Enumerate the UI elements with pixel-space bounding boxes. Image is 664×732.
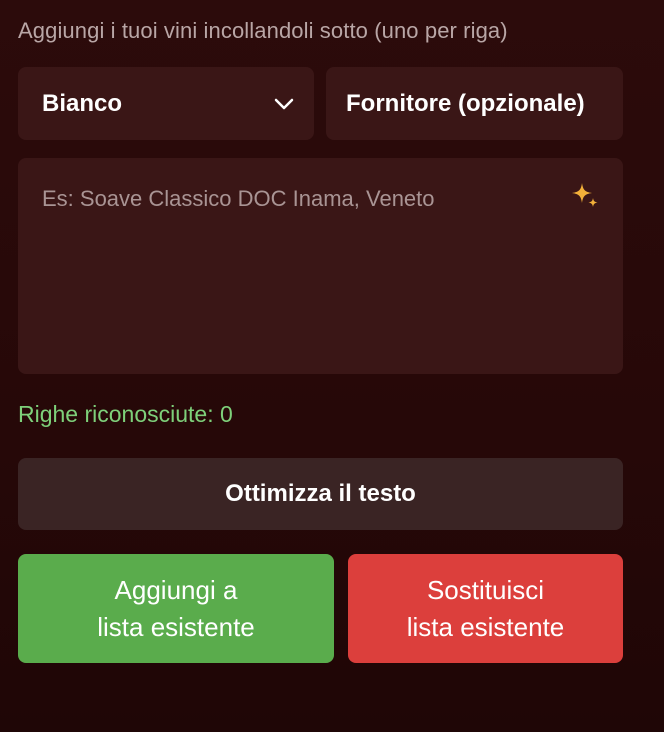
replace-button-line2: lista esistente bbox=[406, 611, 565, 642]
wines-textarea-placeholder: Es: Soave Classico DOC Inama, Veneto bbox=[42, 186, 435, 211]
wine-type-value: Bianco bbox=[42, 89, 123, 117]
replace-existing-list-button[interactable]: Sostituisci lista esistente bbox=[348, 554, 623, 663]
add-button-line1: Aggiungi a bbox=[114, 574, 238, 605]
add-button-label: Aggiungi a lista esistente bbox=[97, 572, 255, 646]
filters-row: Bianco Fornitore (opzionale) bbox=[18, 67, 623, 140]
optimize-text-label: Ottimizza il testo bbox=[225, 480, 416, 507]
add-to-existing-list-button[interactable]: Aggiungi a lista esistente bbox=[18, 554, 334, 663]
replace-button-label: Sostituisci lista esistente bbox=[407, 572, 565, 646]
wine-type-select[interactable]: Bianco bbox=[18, 67, 314, 140]
chevron-down-icon bbox=[274, 94, 294, 114]
add-button-line2: lista esistente bbox=[97, 611, 255, 642]
supplier-field[interactable]: Fornitore (opzionale) bbox=[326, 67, 623, 140]
replace-button-line1: Sostituisci bbox=[426, 574, 545, 605]
wine-import-screen: Aggiungi i tuoi vini incollandoli sotto … bbox=[0, 0, 664, 732]
instruction-text: Aggiungi i tuoi vini incollandoli sotto … bbox=[18, 18, 508, 43]
sparkles-icon[interactable] bbox=[569, 180, 601, 212]
recognized-lines-count: Righe riconosciute: 0 bbox=[18, 401, 233, 427]
supplier-placeholder: Fornitore (opzionale) bbox=[346, 89, 585, 117]
optimize-text-button[interactable]: Ottimizza il testo bbox=[18, 458, 623, 530]
wines-textarea[interactable]: Es: Soave Classico DOC Inama, Veneto bbox=[18, 158, 623, 374]
